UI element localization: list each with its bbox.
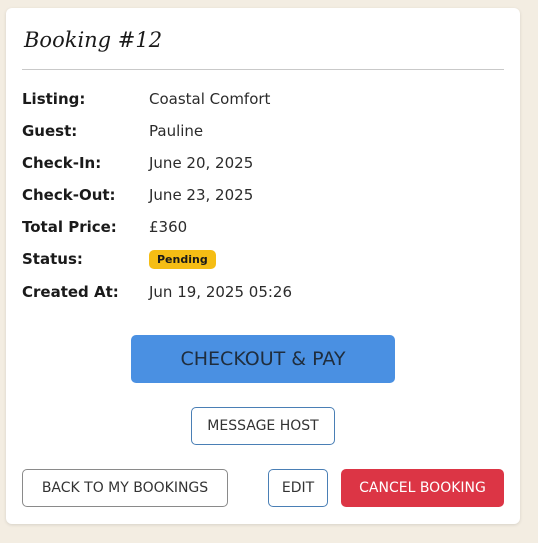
total-price-label: Total Price: (22, 218, 117, 236)
title-divider (22, 69, 504, 70)
check-out-row: Check-Out: June 23, 2025 (22, 184, 253, 206)
total-price-row: Total Price: £360 (22, 216, 187, 238)
listing-label: Listing: (22, 90, 86, 108)
guest-value: Pauline (149, 122, 204, 140)
check-out-value: June 23, 2025 (149, 186, 254, 204)
cancel-booking-button[interactable]: CANCEL BOOKING (341, 469, 504, 507)
check-out-label: Check-Out: (22, 186, 116, 204)
guest-row: Guest: Pauline (22, 120, 203, 142)
check-in-value: June 20, 2025 (149, 154, 254, 172)
listing-row: Listing: Coastal Comfort (22, 88, 270, 110)
created-at-value: Jun 19, 2025 05:26 (149, 283, 292, 301)
check-in-row: Check-In: June 20, 2025 (22, 152, 253, 174)
booking-title: Booking #12 (24, 28, 163, 52)
checkout-pay-button[interactable]: CHECKOUT & PAY (131, 335, 395, 383)
total-price-value: £360 (149, 218, 188, 236)
back-to-bookings-button[interactable]: BACK TO MY BOOKINGS (22, 469, 228, 507)
check-in-label: Check-In: (22, 154, 102, 172)
message-host-button[interactable]: MESSAGE HOST (191, 407, 335, 445)
status-row: Status: Pending (22, 248, 216, 270)
guest-label: Guest: (22, 122, 78, 140)
listing-value: Coastal Comfort (149, 90, 271, 108)
status-badge: Pending (149, 250, 216, 269)
status-label: Status: (22, 250, 83, 268)
booking-card: Booking #12 Listing: Coastal Comfort Gue… (6, 8, 520, 524)
status-value-wrap: Pending (149, 249, 216, 269)
edit-button[interactable]: EDIT (268, 469, 328, 507)
created-at-label: Created At: (22, 283, 119, 301)
created-at-row: Created At: Jun 19, 2025 05:26 (22, 281, 292, 303)
